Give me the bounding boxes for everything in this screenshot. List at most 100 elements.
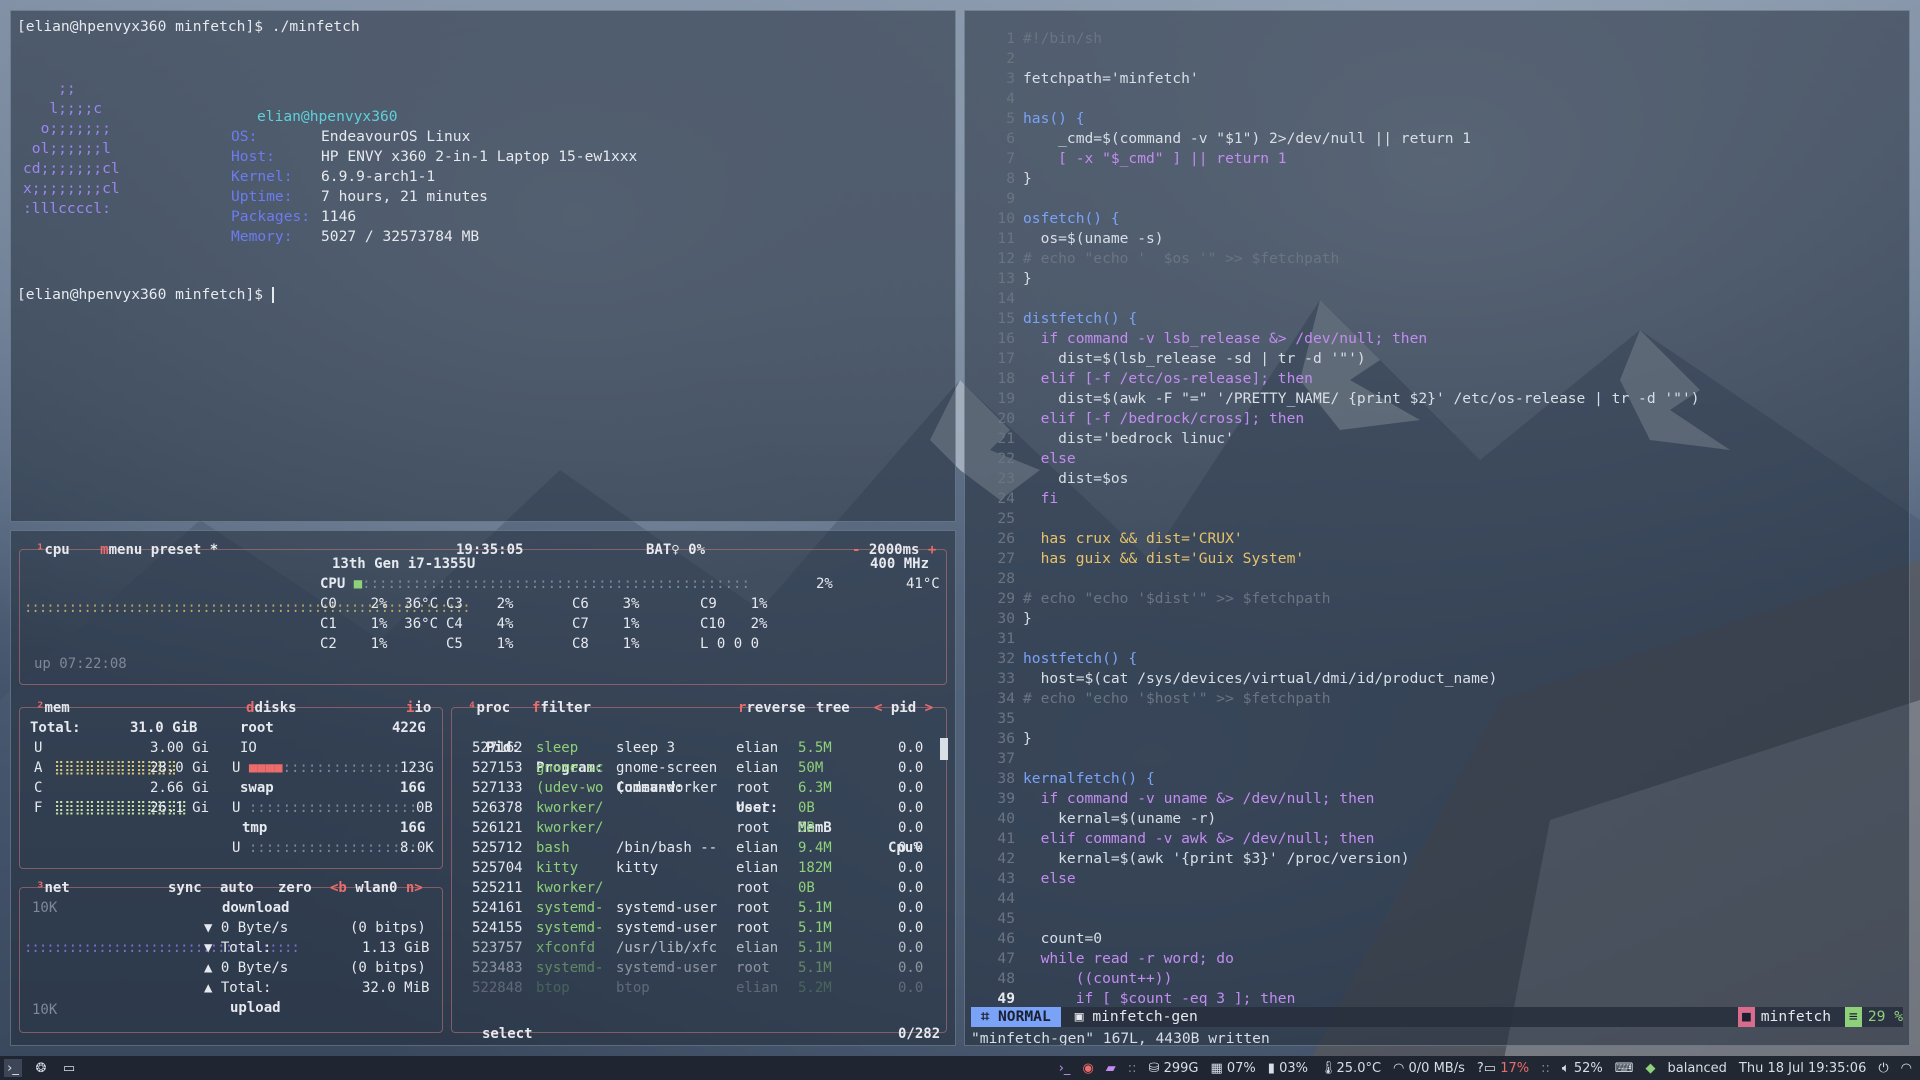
proc-pid: 526121 [472, 820, 523, 836]
file-manager-icon[interactable]: ▭ [60, 1059, 78, 1077]
code-line: kernalfetch() { [1023, 770, 1155, 787]
proc-title[interactable]: ⁴proc [468, 698, 510, 718]
net-ul-rate: ▲ 0 Byte/s [204, 960, 289, 976]
io-toggle[interactable]: iio [406, 698, 431, 718]
net-iface[interactable]: <b wlan0 n> [330, 878, 423, 898]
proc-cpu: 0.0 [898, 740, 924, 756]
proc-user: elian [736, 860, 779, 876]
logo-line: cd;;;;;;;cl [23, 160, 120, 177]
line-number: 40 [997, 810, 1015, 827]
proc-command: systemd-user [616, 920, 718, 936]
menu-tab[interactable]: menu [109, 542, 143, 558]
power-profile[interactable]: balanced [1667, 1061, 1726, 1076]
dl-total-label: Total: [220, 940, 272, 956]
info-value: EndeavourOS Linux [321, 128, 471, 145]
info-value: 6.9.9-arch1-1 [321, 168, 436, 185]
proc-row[interactable]: 525211 kworker/root 0B 0.0 [452, 878, 932, 898]
proc-pid: 522848 [472, 980, 523, 996]
line-number: 6 [1006, 130, 1015, 147]
message-line: "minfetch-gen" 167L, 4430B written [971, 1030, 1270, 1046]
net-widget[interactable]: ◠ 0/0 MB/s [1393, 1061, 1465, 1076]
io-label: io [414, 700, 432, 716]
proc-row[interactable]: 523757 xfconfd/usr/lib/xfc elian 5.1M 0.0 [452, 938, 932, 958]
cpu-icon: ▦ [1210, 1060, 1227, 1076]
battery-widget[interactable]: ?▭ 17% [1477, 1061, 1529, 1076]
proc-reverse[interactable]: rreverse [738, 698, 805, 718]
proc-filter[interactable]: ffilter [532, 698, 591, 718]
editor-window[interactable]: 1 2 3 4 5 6 7 8 9 10 11 12 13 14 15 16 17 18 19 20 21 22 23 24 2… [964, 10, 1910, 1046]
volume-widget[interactable]: 🔈︎ 52% [1562, 1061, 1603, 1076]
proc-mem: 5.1M [798, 940, 832, 956]
power-profile-icon[interactable]: ◆ [1645, 1061, 1655, 1076]
endeavour-launcher-icon[interactable]: ❂ [32, 1059, 50, 1077]
net-ul-total-value: 32.0 MiB [362, 980, 430, 996]
terminal-window[interactable]: [elian@hpenvyx360 minfetch]$ ./minfetch … [10, 10, 956, 522]
code-area[interactable]: #!/bin/sh fetchpath='minfetch' has() { _cm… [1023, 29, 1700, 1009]
line-number: 30 [997, 610, 1015, 627]
proc-scrollbar[interactable] [940, 738, 948, 760]
update-tray-icon[interactable]: ◉ [1082, 1061, 1093, 1076]
net-title[interactable]: ³net [36, 878, 70, 898]
proc-sort[interactable]: < pid > [874, 698, 933, 718]
proc-cpu: 0.0 [898, 980, 924, 996]
scroll-percent: 29 % [1867, 1008, 1903, 1025]
line-number: 27 [997, 550, 1015, 567]
line-number: 43 [997, 870, 1015, 887]
proc-pid: 523483 [472, 960, 523, 976]
terminal-tray-icon[interactable]: ›_ [1059, 1061, 1071, 1076]
btop-window[interactable]: ¹cpu mmenu preset * 19:35:05 BAT♀ 0% - 2… [10, 530, 956, 1046]
line-number: 31 [997, 630, 1015, 647]
proc-row[interactable]: 527162 sleep sleep 3 elian 5.5M 0.0 [452, 738, 932, 758]
proc-row[interactable]: 524161 systemd-systemd-user root 5.1M 0.0 [452, 898, 932, 918]
proc-row[interactable]: 525704 kitty kitty elian 182M 0.0 [452, 858, 932, 878]
lines-icon: ≡ [1845, 1007, 1862, 1027]
proc-row[interactable]: 527153 gnome-sc gnome-screen elian 50M 0.0 [452, 758, 932, 778]
info-value: 1146 [321, 208, 357, 225]
proc-row[interactable]: 522848 btop btop elian 5.2M 0.0 [452, 978, 932, 998]
core-c5: C5 1% [446, 636, 514, 652]
proc-row[interactable]: 523483 systemd-systemd-user root 5.1M 0.0 [452, 958, 932, 978]
net-zero[interactable]: zero [278, 878, 312, 898]
disk-swap-usage: U :::::::::::::::::::: [232, 800, 418, 816]
preset-tab[interactable]: preset * [151, 542, 218, 558]
proc-row[interactable]: 525712 bash/bin/bash -- elian 9.4M 0.0 [452, 838, 932, 858]
mem-free-key: F [34, 800, 43, 816]
code-line: ((count++)) [1023, 970, 1173, 987]
logo-line: ol;;;;;;l [23, 140, 111, 157]
cpu-tab[interactable]: cpu [44, 542, 69, 558]
mem-title[interactable]: ²mem [36, 698, 70, 718]
code-line: host=$(cat /sys/devices/virtual/dmi/id/p… [1023, 670, 1498, 687]
net-sync[interactable]: sync [168, 878, 202, 898]
proc-row[interactable]: 526121 kworker/root 0B 0.0 [452, 818, 932, 838]
prompt[interactable]: [elian@hpenvyx360 minfetch]$ [17, 285, 274, 305]
proc-command: sleep 3 [616, 740, 676, 756]
folder-tray-icon[interactable]: ▰ [1106, 1061, 1116, 1076]
code-line: kernal=$(uname -r) [1023, 810, 1217, 827]
clock[interactable]: Thu 18 Jul 19:35:06 [1739, 1061, 1866, 1076]
terminal-launcher-icon[interactable]: ›_ [4, 1059, 22, 1077]
net-auto[interactable]: auto [220, 878, 254, 898]
proc-command: /usr/lib/xfc [616, 940, 718, 956]
net-download-label: download [222, 900, 290, 916]
proc-row[interactable]: 526378 kworker/root 0B 0.0 [452, 798, 932, 818]
line-number: 36 [997, 730, 1015, 747]
proc-cpu: 0.0 [898, 900, 924, 916]
code-line: hostfetch() { [1023, 650, 1138, 667]
proc-cpu: 0.0 [898, 800, 924, 816]
keyboard-icon[interactable]: ⌨ [1615, 1061, 1634, 1076]
core-c0: C0 2% 36°C [320, 596, 439, 612]
net-scale-top: 10K [32, 900, 58, 916]
proc-mem: 5.1M [798, 960, 832, 976]
proc-row[interactable]: 527133 (udev-wo (udev-worker root 6.3M 0.0 [452, 778, 932, 798]
taskbar: ›_ ❂ ▭ ›_ ◉ ▰ :: ⛁ 299G ▦ 07% ▮ 03% 🌡︎25… [0, 1056, 1920, 1080]
disks-title[interactable]: ddisks [246, 698, 297, 718]
proc-tree[interactable]: tree [816, 698, 850, 718]
power-icon[interactable]: ⏻ [1878, 1061, 1888, 1076]
wifi-tray-icon[interactable]: ◠ [1901, 1061, 1912, 1076]
proc-row[interactable]: 524155 systemd-systemd-user root 5.1M 0.0 [452, 918, 932, 938]
mem-used-key: U [34, 740, 43, 756]
proc-select[interactable]: select [482, 1024, 533, 1044]
disk-tmp: tmp [242, 820, 268, 836]
